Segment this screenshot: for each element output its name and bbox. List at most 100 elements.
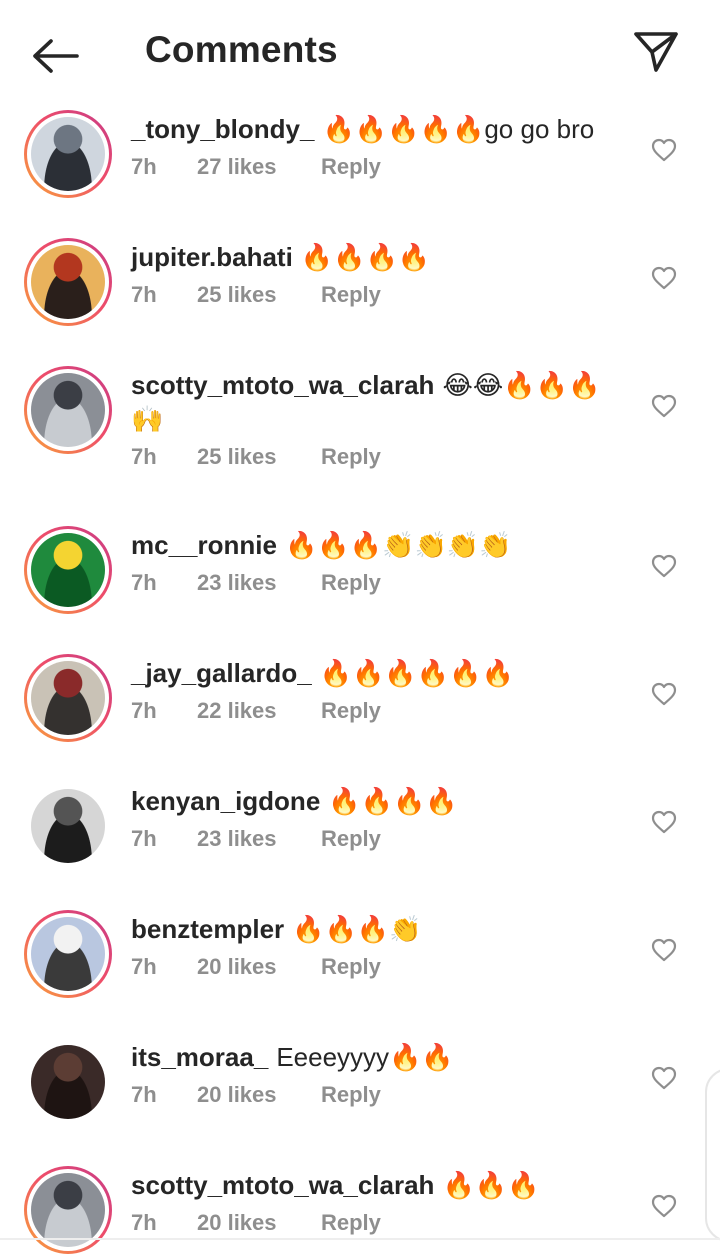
back-button[interactable] [28,28,84,84]
comment-username[interactable]: kenyan_igdone [131,786,320,816]
heart-icon [651,554,677,578]
comment-username[interactable]: its_moraa_ [131,1042,268,1072]
comment-content: benztempler 🔥🔥🔥👏 7h 20 likes Reply [131,912,631,980]
avatar-frame [27,241,109,323]
avatar-button[interactable] [24,110,112,198]
comment-line: _tony_blondy_ 🔥🔥🔥🔥🔥go go bro [131,112,631,146]
comment-time: 7h [131,282,157,307]
comment-username[interactable]: _tony_blondy_ [131,114,314,144]
avatar-button[interactable] [24,654,112,742]
comment-text: Eeeeyyyy🔥🔥 [276,1042,454,1072]
comment-meta: 7h 20 likes Reply [131,954,631,980]
avatar-frame [27,369,109,451]
comment-username[interactable]: benztempler [131,914,284,944]
avatar [31,373,105,447]
comment-text: 🔥🔥🔥👏 [292,914,422,944]
comment-line: kenyan_igdone 🔥🔥🔥🔥 [131,784,631,818]
likes-count-link[interactable]: 20 likes [197,1082,321,1108]
avatar [31,117,105,191]
likes-count-link[interactable]: 25 likes [197,282,321,308]
comment-username[interactable]: scotty_mtoto_wa_clarah [131,1170,434,1200]
reply-button[interactable]: Reply [321,1210,381,1236]
comment-meta: 7h 25 likes Reply [131,282,631,308]
comment-text: 🔥🔥🔥🔥 [300,242,431,272]
like-button[interactable] [648,1190,680,1222]
avatar-button[interactable] [24,526,112,614]
heart-icon [651,138,677,162]
avatar [31,789,105,863]
comment-content: jupiter.bahati 🔥🔥🔥🔥 7h 25 likes Reply [131,240,631,308]
comment-text: 🔥🔥🔥👏👏👏👏 [284,530,512,560]
comment-content: scotty_mtoto_wa_clarah 😂😂🔥🔥🔥🙌 7h 25 likes Re… [131,368,631,470]
comment-meta: 7h 25 likes Reply [131,444,631,470]
reply-button[interactable]: Reply [321,570,381,596]
likes-count-link[interactable]: 27 likes [197,154,321,180]
scroll-handle[interactable] [705,1068,720,1242]
avatar [31,1045,105,1119]
page-title: Comments [145,29,338,70]
like-button[interactable] [648,550,680,582]
comment-text: 🔥🔥🔥🔥 [328,786,458,816]
comment-line: scotty_mtoto_wa_clarah 😂😂🔥🔥🔥🙌 [131,368,631,436]
comment-time: 7h [131,1210,157,1235]
comment-meta: 7h 23 likes Reply [131,570,631,596]
avatar-button[interactable] [24,910,112,998]
likes-count-link[interactable]: 20 likes [197,1210,321,1236]
like-button[interactable] [648,262,680,294]
comment-line: mc__ronnie 🔥🔥🔥👏👏👏👏 [131,528,631,562]
likes-count-link[interactable]: 22 likes [197,698,321,724]
divider [0,1238,720,1240]
reply-button[interactable]: Reply [321,282,381,308]
reply-button[interactable]: Reply [321,444,381,470]
like-button[interactable] [648,806,680,838]
likes-count-link[interactable]: 25 likes [197,444,321,470]
comment-content: mc__ronnie 🔥🔥🔥👏👏👏👏 7h 23 likes Reply [131,528,631,596]
likes-count-link[interactable]: 20 likes [197,954,321,980]
comment-time: 7h [131,826,157,851]
comment-time: 7h [131,570,157,595]
like-button[interactable] [648,1062,680,1094]
like-button[interactable] [648,934,680,966]
comment-username[interactable]: jupiter.bahati [131,242,293,272]
comment-username[interactable]: mc__ronnie [131,530,277,560]
comment-text: 🔥🔥🔥🔥🔥go go bro [322,114,595,144]
comment-line: jupiter.bahati 🔥🔥🔥🔥 [131,240,631,274]
share-button[interactable] [628,26,684,78]
heart-icon [651,682,677,706]
comment-username[interactable]: scotty_mtoto_wa_clarah [131,370,434,400]
comment-text: 🔥🔥🔥 [442,1170,540,1200]
avatar-button[interactable] [24,366,112,454]
reply-button[interactable]: Reply [321,826,381,852]
header-bar: Comments [0,0,720,104]
reply-button[interactable]: Reply [321,954,381,980]
comment-time: 7h [131,444,157,469]
comment-content: scotty_mtoto_wa_clarah 🔥🔥🔥 7h 20 likes Reply [131,1168,631,1236]
avatar-button[interactable] [24,782,112,870]
like-button[interactable] [648,678,680,710]
avatar-button[interactable] [24,238,112,326]
heart-icon [651,1194,677,1218]
reply-button[interactable]: Reply [321,698,381,724]
comment-meta: 7h 22 likes Reply [131,698,631,724]
avatar-frame [27,785,109,867]
comment-line: its_moraa_ Eeeeyyyy🔥🔥 [131,1040,631,1074]
comment-username[interactable]: _jay_gallardo_ [131,658,312,688]
comment-content: kenyan_igdone 🔥🔥🔥🔥 7h 23 likes Reply [131,784,631,852]
like-button[interactable] [648,390,680,422]
like-button[interactable] [648,134,680,166]
comment-meta: 7h 23 likes Reply [131,826,631,852]
likes-count-link[interactable]: 23 likes [197,570,321,596]
comment-line: _jay_gallardo_ 🔥🔥🔥🔥🔥🔥 [131,656,631,690]
reply-button[interactable]: Reply [321,154,381,180]
reply-button[interactable]: Reply [321,1082,381,1108]
likes-count-link[interactable]: 23 likes [197,826,321,852]
avatar [31,245,105,319]
arrow-left-icon [33,39,79,73]
heart-icon [651,938,677,962]
avatar-frame [27,657,109,739]
avatar-frame [27,913,109,995]
avatar-button[interactable] [24,1166,112,1254]
avatar-button[interactable] [24,1038,112,1126]
comment-time: 7h [131,698,157,723]
comment-line: scotty_mtoto_wa_clarah 🔥🔥🔥 [131,1168,631,1202]
